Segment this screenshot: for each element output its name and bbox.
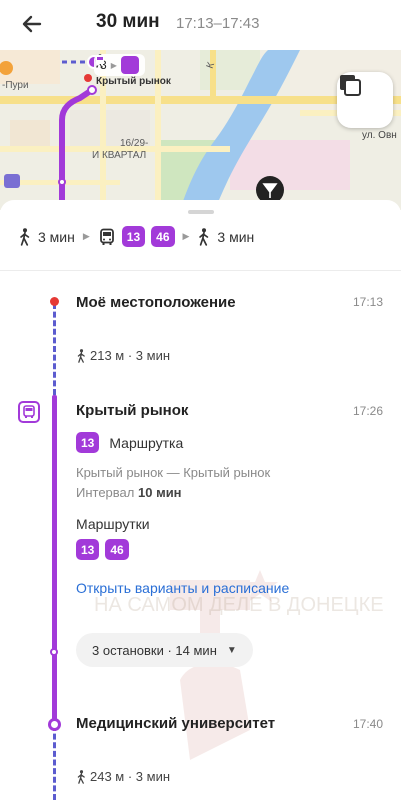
map-label-quarter: 16/29- (120, 138, 149, 149)
arrow-left-icon (22, 15, 42, 33)
bus-stop-icon (18, 401, 40, 423)
origin-dot (50, 297, 59, 306)
walk-icon (20, 227, 30, 246)
divider (0, 270, 401, 271)
map-label-puri: -Пури (2, 80, 29, 91)
map-route-chip: 3 ▶ (94, 54, 145, 76)
route-badge-13: 13 (121, 226, 146, 247)
chevron-down-icon: ▼ (226, 644, 237, 656)
route-details-sheet: 3 мин ▶ 13 46 ▶ 3 мин Моё местоположение… (0, 200, 401, 800)
summary-walk-end: 3 мин (217, 228, 255, 245)
bus-icon (99, 228, 114, 245)
alt-routes-label: Маршрутки (76, 516, 150, 532)
back-button[interactable] (18, 10, 46, 38)
map-label-kryty: Крытый рынок (96, 76, 171, 87)
route-direction: Крытый рынок — Крытый рынок (76, 465, 271, 480)
sheet-drag-handle[interactable] (188, 210, 214, 214)
layers-button[interactable] (337, 72, 393, 128)
destination-stop-time: 17:40 (352, 717, 383, 731)
interval-label: Интервал (76, 485, 135, 500)
stops-toggle-button[interactable]: 3 остановки · 14 мин ▼ (76, 633, 253, 667)
watermark-text: НА САМОМ ДЕЛЕ В ДОНЕЦКЕ (94, 594, 384, 616)
route-time-range: 17:13–17:43 (176, 15, 260, 32)
selected-route[interactable]: 13 Маршрутка (76, 432, 183, 453)
chip-arrow-icon: ▶ (110, 60, 117, 70)
destination-stop-dot (48, 718, 61, 731)
bus-icon (96, 55, 139, 74)
route-badge-13[interactable]: 13 (76, 539, 100, 560)
layers-icon (340, 75, 361, 96)
origin-time: 17:13 (352, 295, 383, 309)
route-summary: 3 мин ▶ 13 46 ▶ 3 мин (18, 226, 254, 247)
route-badge-46: 46 (151, 226, 175, 247)
intermediate-stop-dot (50, 648, 58, 656)
walk-icon (77, 348, 85, 363)
walk-info: 213 м · 3 мин (76, 348, 170, 363)
route-type: Маршрутка (109, 434, 184, 451)
destination-stop-title[interactable]: Медицинский университет (76, 715, 275, 732)
origin-title: Моё местоположение (76, 294, 236, 311)
board-stop-time: 17:26 (352, 404, 383, 418)
walk-segment-line (53, 303, 56, 395)
interval-value: 10 мин (138, 485, 182, 500)
map-label-quarter-name: И КВАРТАЛ (92, 150, 147, 161)
board-stop-title[interactable]: Крытый рынок (76, 402, 188, 419)
route-interval: Интервал 10 мин (76, 485, 182, 500)
walk-distance-time: 243 м · 3 мин (90, 769, 171, 784)
chevron-right-icon: ▶ (182, 231, 190, 241)
route-duration: 30 мин (96, 11, 160, 32)
walk-icon (77, 769, 85, 784)
stops-summary: 3 остановки · 14 мин (92, 642, 217, 658)
walk-segment-line (53, 725, 56, 800)
route-map[interactable]: -Пури Крытый рынок 16/29- И КВАРТАЛ ул. … (0, 50, 401, 210)
map-label-street: ул. Овн (362, 130, 397, 141)
route-badge-46[interactable]: 46 (105, 539, 129, 560)
summary-walk-start: 3 мин (38, 228, 75, 245)
walk-info: 243 м · 3 мин (76, 769, 170, 784)
header: 30 мин 17:13–17:43 (0, 0, 401, 50)
alt-routes: 13 46 (76, 539, 129, 560)
bus-segment-line (52, 395, 57, 725)
walk-distance-time: 213 м · 3 мин (90, 348, 171, 363)
walk-icon (199, 227, 209, 246)
route-badge-13: 13 (76, 432, 100, 453)
chevron-right-icon: ▶ (82, 231, 90, 241)
